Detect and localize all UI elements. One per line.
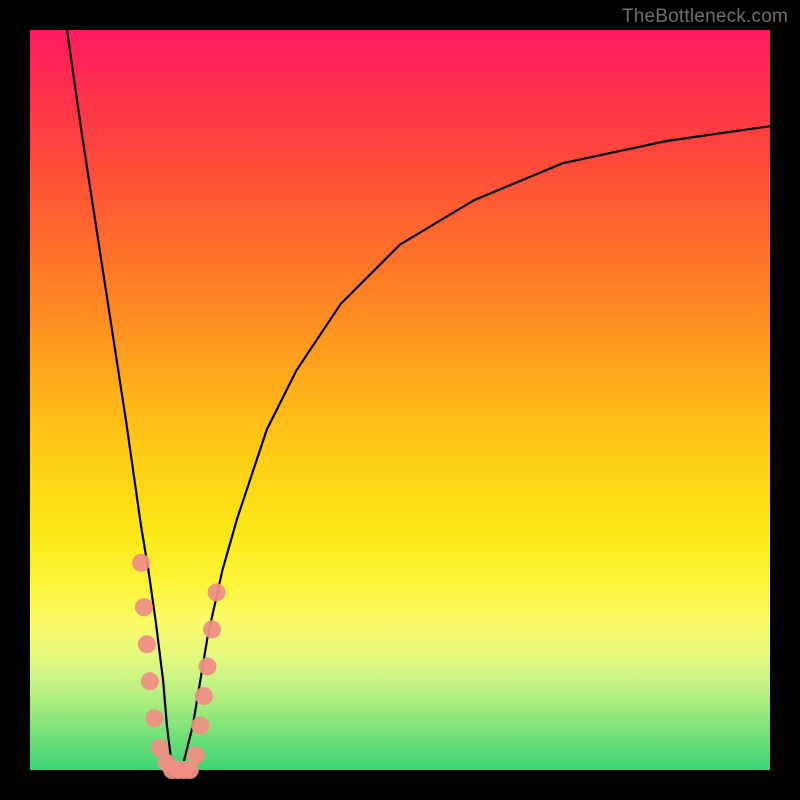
sample-point — [203, 620, 221, 638]
sample-point — [199, 657, 217, 675]
curve-svg — [30, 30, 770, 770]
sample-point — [145, 709, 163, 727]
sample-point — [187, 746, 205, 764]
plot-area — [30, 30, 770, 770]
chart-frame: TheBottleneck.com — [0, 0, 800, 800]
sample-point — [207, 583, 225, 601]
sample-point — [138, 635, 156, 653]
sample-point — [135, 598, 153, 616]
sample-point — [141, 672, 159, 690]
watermark-text: TheBottleneck.com — [622, 6, 788, 28]
sample-point — [191, 717, 209, 735]
bottleneck-curve — [67, 30, 770, 770]
sample-point — [132, 554, 150, 572]
sample-point — [195, 687, 213, 705]
sample-points-group — [132, 554, 225, 779]
